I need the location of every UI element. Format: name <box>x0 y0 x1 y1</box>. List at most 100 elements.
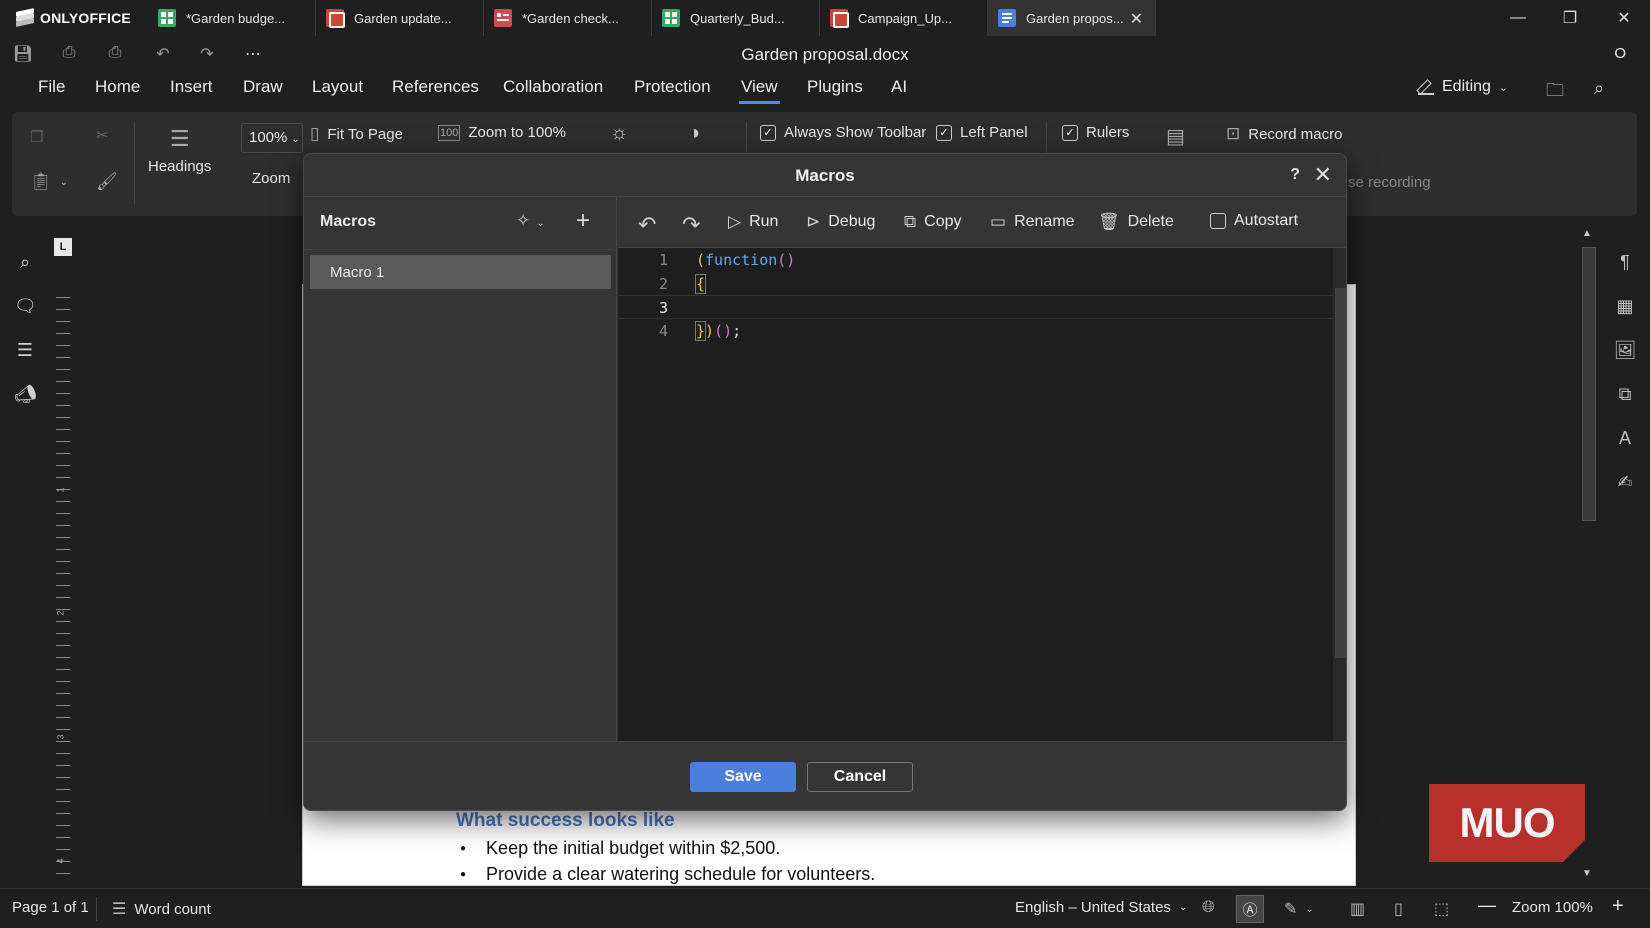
tab-label: Garden propos... <box>1026 10 1124 26</box>
menu-insert[interactable]: Insert <box>170 77 213 97</box>
add-macro-icon[interactable]: + <box>576 207 590 235</box>
menu-view[interactable]: View <box>739 77 780 104</box>
zoom-value: 100% <box>249 129 288 146</box>
zoom-in-icon[interactable]: + <box>1612 895 1624 918</box>
open-folder-icon[interactable]: 🗀 <box>1546 78 1564 108</box>
tab-garden-proposal[interactable]: Garden propos... ✕ <box>988 0 1156 36</box>
rename-button[interactable]: ▭ Rename <box>990 212 1075 232</box>
tab-garden-check[interactable]: *Garden check... <box>484 0 652 36</box>
tab-quarterly-bud[interactable]: Quarterly_Bud... <box>652 0 820 36</box>
spell-check-icon[interactable]: Ⓐ <box>1236 895 1264 923</box>
page-indicator[interactable]: Page 1 of 1 <box>12 899 89 916</box>
document-scrollbar[interactable] <box>1582 247 1596 521</box>
feedback-icon[interactable]: 📣︎ <box>14 384 37 406</box>
macros-dialog: Macros ? ✕ Macros ✧ ⌄ + Macro 1 ↶ ↷ ▷ Run … <box>303 153 1347 811</box>
fit-width-icon[interactable]: ⬚ <box>1434 899 1449 919</box>
format-painter-icon[interactable]: 🖌︎ <box>96 172 118 192</box>
help-icon[interactable]: ? <box>1290 166 1300 184</box>
tab-garden-update[interactable]: Garden update... <box>316 0 484 36</box>
comments-icon[interactable]: 🗨︎ <box>14 296 37 318</box>
editor-redo-icon[interactable]: ↷ <box>682 212 700 238</box>
word-count-button[interactable]: ☰ Word count <box>112 899 211 919</box>
save-button[interactable]: Save <box>690 762 796 792</box>
paste-icon[interactable]: 📋︎ ⌄ <box>30 172 68 192</box>
tab-label: Campaign_Up... <box>858 10 952 26</box>
track-changes-icon[interactable]: ✎ ⌄ <box>1284 899 1314 919</box>
menu-ai[interactable]: AI <box>891 77 907 97</box>
text-art-icon[interactable]: A <box>1613 428 1637 449</box>
autostart-label: Autostart <box>1234 212 1299 229</box>
fit-page-icon[interactable]: ▯ <box>1394 899 1403 919</box>
editor-undo-icon[interactable]: ↶ <box>638 212 656 238</box>
shape-settings-icon[interactable]: ⧉ <box>1613 384 1637 405</box>
tab-stop-selector[interactable]: L <box>54 238 72 256</box>
paragraph-settings-icon[interactable]: ¶ <box>1613 252 1637 273</box>
zoom-level[interactable]: Zoom 100% <box>1512 899 1593 916</box>
editing-mode-dropdown[interactable]: Editing ⌄ <box>1418 78 1508 96</box>
menu-references[interactable]: References <box>392 77 479 97</box>
dark-document-icon[interactable]: ◑ <box>688 122 700 145</box>
zoom-out-icon[interactable]: — <box>1478 895 1496 916</box>
cancel-button[interactable]: Cancel <box>807 762 913 792</box>
record-icon: ⊡ <box>1226 124 1241 143</box>
record-macro-button[interactable]: ⊡ Record macro <box>1226 124 1342 144</box>
scroll-down-icon[interactable]: ▼ <box>1582 868 1592 879</box>
left-panel-checkbox[interactable]: ✓ Left Panel <box>936 124 1028 141</box>
copy-button[interactable]: ⧉ Copy <box>904 212 962 232</box>
scroll-up-icon[interactable]: ▲ <box>1582 228 1592 239</box>
document-language-icon[interactable]: 🌐︎ <box>1202 899 1215 917</box>
word-count-icon: ☰ <box>112 901 127 918</box>
close-icon[interactable]: ✕ <box>1314 162 1332 188</box>
tab-label: *Garden budge... <box>186 10 286 26</box>
tab-close-icon[interactable]: ✕ <box>1130 9 1143 29</box>
checkbox-unchecked-icon <box>1210 213 1226 229</box>
macros-icon[interactable]: ▤ <box>1166 124 1185 149</box>
language-select[interactable]: English – United States ⌄ <box>1015 899 1187 916</box>
menu-file[interactable]: File <box>38 77 65 97</box>
menu-protection[interactable]: Protection <box>634 77 711 97</box>
zoom-100-label: Zoom to 100% <box>468 124 566 141</box>
always-show-toolbar-checkbox[interactable]: ✓ Always Show Toolbar <box>760 124 926 141</box>
search-icon[interactable]: ⌕ <box>1594 78 1604 99</box>
zoom-100-button[interactable]: 100 Zoom to 100% <box>438 124 566 141</box>
debug-button[interactable]: ⊳ Debug <box>806 212 875 232</box>
search-icon[interactable]: ⌕ <box>14 252 36 274</box>
headings-button[interactable]: ☰ Headings <box>148 126 211 175</box>
interface-theme-icon[interactable]: ☼ <box>610 122 628 145</box>
minimize-icon[interactable]: — <box>1492 0 1544 36</box>
user-avatar[interactable]: O <box>1614 45 1626 62</box>
menu-plugins[interactable]: Plugins <box>807 77 863 97</box>
code-editor[interactable]: 1 (function() 2 { 3 4 })(); <box>618 248 1333 741</box>
editing-mode-label: Editing <box>1442 78 1491 95</box>
pause-recording-label[interactable]: se recording <box>1348 174 1431 191</box>
menu-draw[interactable]: Draw <box>243 77 283 97</box>
close-window-icon[interactable]: ✕ <box>1598 0 1650 36</box>
presentation-icon <box>326 9 345 28</box>
ribbon-divider <box>134 122 135 204</box>
line-number: 1 <box>658 251 668 269</box>
signature-icon[interactable]: ✍ <box>1613 472 1637 493</box>
autostart-checkbox[interactable]: Autostart <box>1210 212 1298 230</box>
macro-list-item[interactable]: Macro 1 <box>310 255 611 289</box>
table-settings-icon[interactable]: ▦ <box>1613 296 1637 317</box>
copy-icon[interactable]: ❐ <box>30 128 43 146</box>
multi-page-icon[interactable]: ▥ <box>1350 899 1365 919</box>
tab-garden-budget[interactable]: *Garden budge... <box>148 0 316 36</box>
zoom-select[interactable]: 100% ⌄ <box>241 123 303 153</box>
code-scrollbar-thumb[interactable] <box>1335 288 1346 658</box>
restore-icon[interactable]: ❐ <box>1544 0 1596 36</box>
menu-collaboration[interactable]: Collaboration <box>503 77 603 97</box>
tab-campaign-up[interactable]: Campaign_Up... <box>820 0 988 36</box>
fit-to-page-button[interactable]: ▯ Fit To Page <box>310 124 403 144</box>
ai-sparkle-icon[interactable]: ✧ ⌄ <box>516 211 545 231</box>
tab-label: Quarterly_Bud... <box>690 10 785 26</box>
cut-icon[interactable]: ✂ <box>96 126 109 144</box>
run-button[interactable]: ▷ Run <box>728 212 778 232</box>
rulers-checkbox[interactable]: ✓ Rulers <box>1062 124 1129 141</box>
menu-layout[interactable]: Layout <box>312 77 363 97</box>
rename-label: Rename <box>1014 213 1075 230</box>
image-settings-icon[interactable]: 🖼︎ <box>1613 340 1637 361</box>
navigation-icon[interactable]: ☰ <box>14 340 36 362</box>
menu-home[interactable]: Home <box>95 77 140 97</box>
delete-button[interactable]: 🗑︎ Delete <box>1098 212 1174 232</box>
